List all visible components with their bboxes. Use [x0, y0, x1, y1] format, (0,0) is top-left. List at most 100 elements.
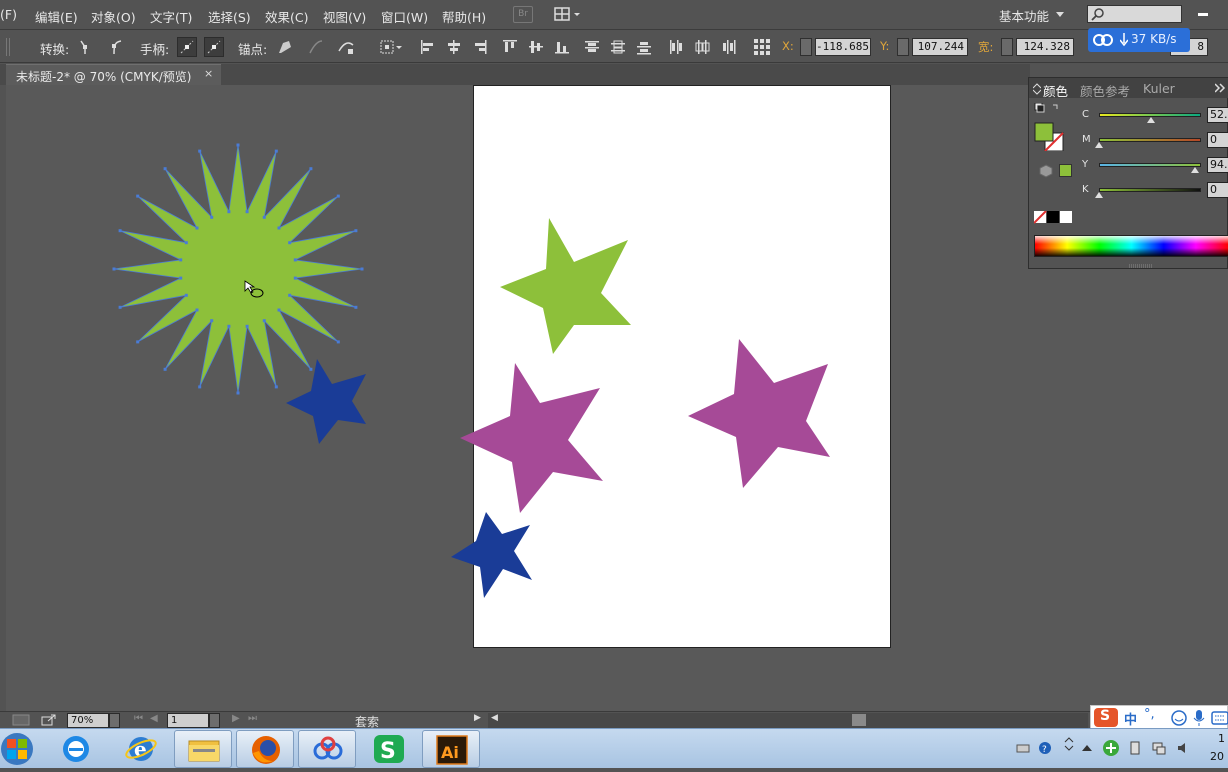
taskbar-ie-button[interactable] — [47, 730, 105, 768]
anchor-point[interactable] — [274, 385, 278, 389]
width-spinner[interactable] — [1001, 38, 1013, 56]
tab-color[interactable]: 颜色 — [1043, 81, 1068, 100]
purple-star-right[interactable] — [688, 339, 830, 488]
last-artboard-button[interactable]: ⏭ — [248, 713, 257, 724]
anchor-point[interactable] — [184, 293, 188, 297]
anchor-point[interactable] — [274, 149, 278, 153]
y-spinner[interactable] — [897, 38, 909, 56]
distribute-bottom-button[interactable] — [634, 37, 654, 57]
anchor-point[interactable] — [354, 305, 358, 309]
m-slider-thumb[interactable] — [1095, 142, 1103, 148]
taskbar-illustrator-button[interactable]: Ai — [422, 730, 480, 768]
menu-select[interactable]: 选择(S) — [208, 7, 251, 26]
tray-device-icon[interactable] — [1128, 741, 1142, 755]
taskbar-firefox-button[interactable] — [236, 730, 294, 768]
width-field[interactable]: 124.328 — [1016, 38, 1074, 56]
artboard-dropdown[interactable] — [209, 713, 220, 728]
artboard-field[interactable]: 1 — [167, 713, 209, 728]
convert-to-corner-button[interactable] — [76, 37, 96, 57]
align-hcenter-button[interactable] — [444, 37, 464, 57]
align-bottom-button[interactable] — [552, 37, 572, 57]
ime-mode[interactable]: 中 — [1124, 709, 1137, 728]
green-star[interactable] — [500, 218, 631, 354]
anchor-point[interactable] — [118, 305, 122, 309]
anchor-point[interactable] — [210, 319, 214, 323]
menu-view[interactable]: 视图(V) — [323, 7, 366, 26]
spectrum-bar[interactable] — [1034, 235, 1228, 257]
tray-expand-icon[interactable] — [1080, 741, 1094, 755]
menu-help[interactable]: 帮助(H) — [442, 7, 486, 26]
panel-menu-icon[interactable] — [1215, 83, 1227, 93]
horizontal-scrollbar[interactable]: ◀ — [488, 713, 1088, 728]
anchor-point[interactable] — [163, 367, 167, 371]
anchor-point[interactable] — [245, 324, 249, 328]
punctuation-icon[interactable]: °, — [1144, 707, 1155, 722]
align-vcenter-button[interactable] — [526, 37, 546, 57]
anchor-point[interactable] — [262, 215, 266, 219]
anchor-point[interactable] — [236, 143, 240, 147]
anchor-point[interactable] — [336, 194, 340, 198]
anchor-point[interactable] — [309, 367, 313, 371]
anchor-point[interactable] — [210, 215, 214, 219]
menu-effect[interactable]: 效果(C) — [265, 7, 308, 26]
microphone-icon[interactable] — [1192, 709, 1206, 727]
out-of-gamut-icon[interactable] — [1039, 164, 1053, 178]
anchor-point[interactable] — [354, 229, 358, 233]
hide-handles-button[interactable] — [204, 37, 224, 57]
zoom-dropdown[interactable] — [109, 713, 120, 728]
prev-artboard-button[interactable]: ◀ — [150, 713, 158, 724]
anchor-point[interactable] — [227, 324, 231, 328]
minimize-button[interactable] — [1190, 2, 1228, 26]
menu-edit[interactable]: 编辑(E) — [35, 7, 78, 26]
anchor-point[interactable] — [245, 210, 249, 214]
share-icon[interactable] — [40, 713, 58, 727]
tray-volume-icon[interactable] — [1176, 741, 1190, 755]
clock-time[interactable]: 1 — [1218, 732, 1225, 745]
anchor-point[interactable] — [136, 194, 140, 198]
fill-stroke-swatch[interactable] — [1033, 103, 1065, 151]
anchor-point[interactable] — [336, 340, 340, 344]
green-starburst[interactable] — [112, 143, 364, 395]
menu-object[interactable]: 对象(O) — [91, 7, 136, 26]
status-menu-button[interactable]: ▶ — [474, 713, 481, 723]
first-artboard-button[interactable]: ⏮ — [134, 713, 143, 724]
anchor-point[interactable] — [195, 226, 199, 230]
isolate-button[interactable] — [378, 37, 402, 57]
m-value[interactable]: 0 — [1207, 132, 1228, 148]
start-button-icon[interactable] — [0, 731, 36, 767]
menu-type[interactable]: 文字(T) — [150, 7, 192, 26]
x-field[interactable]: -118.685 — [815, 38, 871, 56]
anchor-point[interactable] — [179, 258, 183, 262]
taskbar-explorer-button[interactable] — [174, 730, 232, 768]
taskbar-wps-button[interactable]: S — [360, 730, 418, 768]
close-tab-button[interactable]: × — [204, 67, 213, 80]
tray-360-icon[interactable] — [1102, 739, 1120, 757]
quick-swatches[interactable] — [1034, 211, 1074, 224]
menu-file[interactable]: (F) — [0, 7, 17, 22]
tab-color-guide[interactable]: 颜色参考 — [1080, 81, 1130, 100]
anchor-point[interactable] — [293, 258, 297, 262]
anchor-point[interactable] — [118, 229, 122, 233]
scroll-thumb[interactable] — [852, 714, 866, 726]
taskbar-ie2-button[interactable]: e — [112, 730, 170, 768]
show-handles-button[interactable] — [177, 37, 197, 57]
anchor-point[interactable] — [277, 226, 281, 230]
zoom-field[interactable]: 70% — [67, 713, 109, 728]
anchor-point[interactable] — [360, 267, 364, 271]
c-value[interactable]: 52. — [1207, 107, 1228, 123]
bridge-button[interactable]: Br — [513, 6, 533, 23]
workspace-switcher[interactable]: 基本功能 — [999, 6, 1049, 25]
next-artboard-button[interactable]: ▶ — [232, 713, 240, 724]
anchor-point[interactable] — [184, 241, 188, 245]
anchor-point[interactable] — [293, 276, 297, 280]
anchor-point[interactable] — [262, 319, 266, 323]
align-top-button[interactable] — [500, 37, 520, 57]
tab-kuler[interactable]: Kuler — [1143, 81, 1175, 96]
tray-network-icon[interactable] — [1152, 741, 1166, 755]
anchor-point[interactable] — [288, 293, 292, 297]
tray-help-icon[interactable]: ? — [1038, 741, 1052, 755]
k-slider[interactable] — [1099, 188, 1201, 192]
anchor-point[interactable] — [136, 340, 140, 344]
y-slider[interactable] — [1099, 163, 1201, 167]
anchor-point[interactable] — [236, 391, 240, 395]
